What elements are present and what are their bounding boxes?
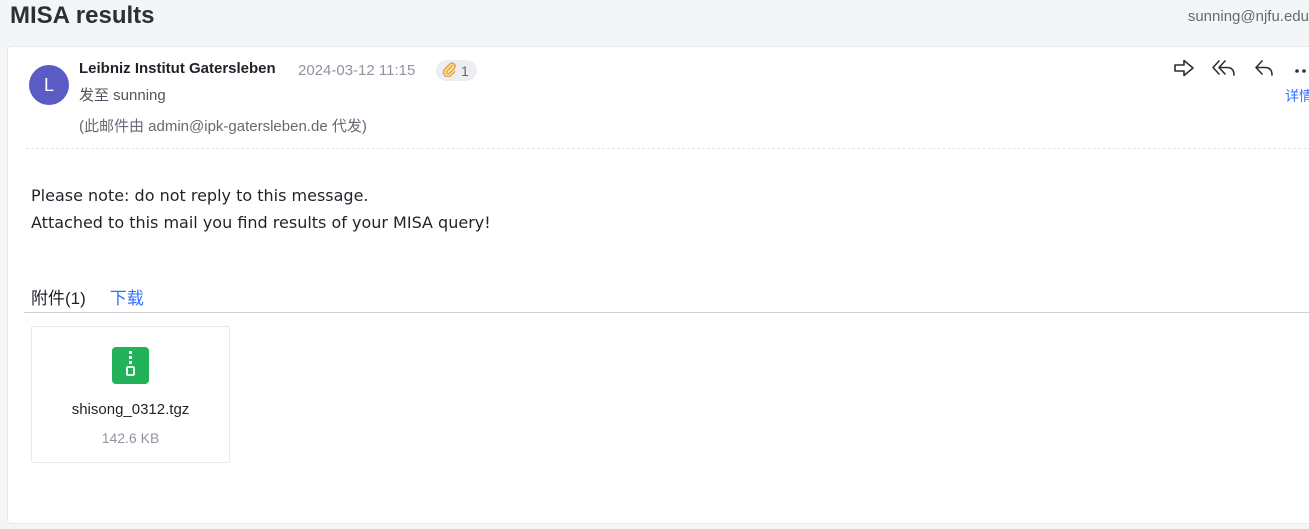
- sender-avatar[interactable]: L: [29, 65, 69, 105]
- attachment-count: 1: [461, 62, 469, 79]
- attachments-divider: [24, 312, 1309, 313]
- message-date: 2024-03-12 11:15: [298, 62, 416, 79]
- reply-button[interactable]: [1251, 59, 1277, 81]
- attachment-badge[interactable]: 1: [436, 60, 477, 81]
- body-line: Please note: do not reply to this messag…: [31, 186, 369, 205]
- download-all-link[interactable]: 下载: [110, 284, 144, 309]
- account-email[interactable]: sunning@njfu.edu: [1188, 8, 1309, 25]
- reply-all-icon: [1211, 58, 1237, 83]
- forward-button[interactable]: [1171, 59, 1197, 81]
- attachment-file-size: 142.6 KB: [101, 430, 160, 446]
- message-card: L Leibniz Institut Gatersleben 2024-03-1…: [7, 46, 1309, 524]
- attachment-file-name: shisong_0312.tgz: [71, 401, 190, 418]
- more-icon: [1294, 61, 1309, 79]
- attachments-title: 附件(1): [31, 289, 86, 308]
- reply-icon: [1253, 58, 1275, 83]
- paperclip-icon: [442, 61, 456, 80]
- zip-file-icon: [112, 347, 149, 384]
- more-button[interactable]: [1291, 59, 1309, 81]
- body-line: Attached to this mail you find results o…: [31, 213, 491, 232]
- forward-icon: [1173, 58, 1195, 83]
- header-divider: [26, 148, 1309, 149]
- attachments-header: 附件(1) 下载: [31, 284, 144, 309]
- details-link[interactable]: 详情: [1285, 86, 1309, 106]
- sender-name[interactable]: Leibniz Institut Gatersleben: [79, 60, 276, 77]
- message-actions: [1171, 59, 1309, 81]
- recipient-line: 发至 sunning: [79, 87, 166, 104]
- attachment-card[interactable]: shisong_0312.tgz 142.6 KB: [31, 326, 230, 463]
- reply-all-button[interactable]: [1211, 59, 1237, 81]
- message-body: Please note: do not reply to this messag…: [31, 182, 491, 236]
- sent-on-behalf-line: (此邮件由 admin@ipk-gatersleben.de 代发): [79, 118, 367, 135]
- email-subject: MISA results: [10, 2, 155, 29]
